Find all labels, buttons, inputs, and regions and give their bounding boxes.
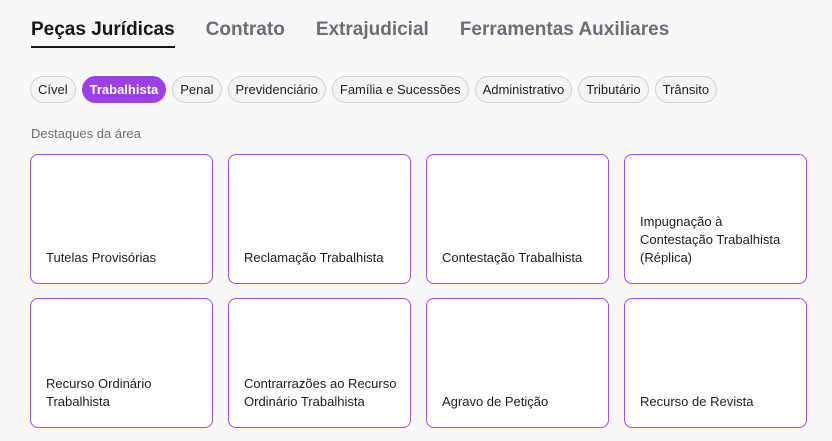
tab-pecas-juridicas[interactable]: Peças Jurídicas xyxy=(31,18,175,48)
main-tabs: Peças Jurídicas Contrato Extrajudicial F… xyxy=(31,18,669,48)
card-recurso-revista[interactable]: Recurso de Revista xyxy=(624,298,807,428)
chip-tributario[interactable]: Tributário xyxy=(578,76,649,103)
highlight-cards-grid: Tutelas Provisórias Reclamação Trabalhis… xyxy=(30,154,807,428)
card-impugnacao-contestacao[interactable]: Impugnação à Contestação Trabalhista (Ré… xyxy=(624,154,807,284)
chip-penal[interactable]: Penal xyxy=(172,76,222,103)
card-agravo-peticao[interactable]: Agravo de Petição xyxy=(426,298,609,428)
card-title: Contrarrazões ao Recurso Ordinário Traba… xyxy=(244,376,397,409)
area-filter-chips: Cível Trabalhista Penal Previdenciário F… xyxy=(30,76,718,103)
chip-trabalhista[interactable]: Trabalhista xyxy=(81,76,167,103)
tab-ferramentas-auxiliares[interactable]: Ferramentas Auxiliares xyxy=(460,18,669,46)
section-label-highlights: Destaques da área xyxy=(31,126,141,141)
card-title: Reclamação Trabalhista xyxy=(244,250,384,265)
chip-familia-sucessoes[interactable]: Família e Sucessões xyxy=(331,76,469,103)
chip-transito[interactable]: Trânsito xyxy=(654,76,718,103)
card-contestacao-trabalhista[interactable]: Contestação Trabalhista xyxy=(426,154,609,284)
tab-contrato[interactable]: Contrato xyxy=(206,18,285,46)
card-title: Recurso de Revista xyxy=(640,394,754,409)
tab-extrajudicial[interactable]: Extrajudicial xyxy=(316,18,429,46)
card-title: Agravo de Petição xyxy=(442,394,549,409)
card-reclamacao-trabalhista[interactable]: Reclamação Trabalhista xyxy=(228,154,411,284)
card-title: Contestação Trabalhista xyxy=(442,250,583,265)
card-contrarrazoes-recurso-ordinario[interactable]: Contrarrazões ao Recurso Ordinário Traba… xyxy=(228,298,411,428)
chip-civel[interactable]: Cível xyxy=(30,76,76,103)
chip-previdenciario[interactable]: Previdenciário xyxy=(227,76,326,103)
card-recurso-ordinario[interactable]: Recurso Ordinário Trabalhista xyxy=(30,298,213,428)
card-title: Impugnação à Contestação Trabalhista (Ré… xyxy=(640,214,781,265)
card-tutelas-provisorias[interactable]: Tutelas Provisórias xyxy=(30,154,213,284)
chip-administrativo[interactable]: Administrativo xyxy=(474,76,573,103)
card-title: Tutelas Provisórias xyxy=(46,250,157,265)
card-title: Recurso Ordinário Trabalhista xyxy=(46,376,152,409)
